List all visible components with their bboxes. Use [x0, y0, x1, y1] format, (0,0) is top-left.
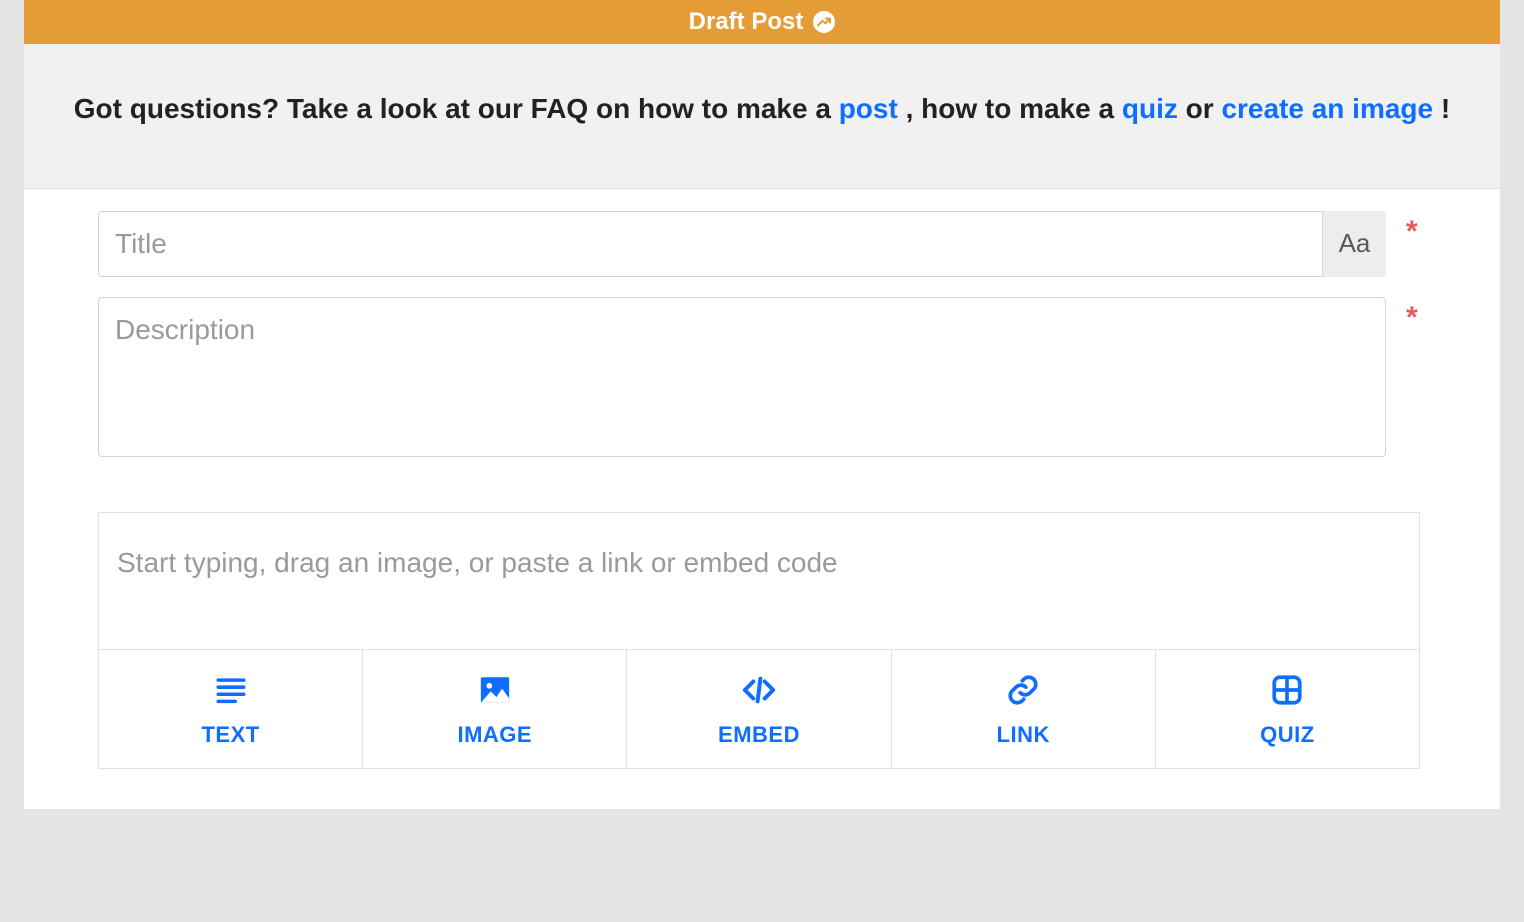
grid-icon	[1270, 672, 1304, 708]
faq-link-quiz[interactable]: quiz	[1122, 93, 1178, 124]
description-row: *	[98, 297, 1460, 462]
faq-text-suffix: !	[1441, 93, 1450, 124]
header-title: Draft Post	[689, 8, 804, 36]
insert-quiz-label: QUIZ	[1260, 722, 1315, 748]
insert-link-label: LINK	[997, 722, 1050, 748]
title-field-wrap: Aa	[98, 211, 1386, 277]
up-trend-icon	[813, 11, 835, 33]
code-icon	[742, 672, 776, 708]
insert-image-button[interactable]: IMAGE	[363, 650, 627, 768]
insert-text-button[interactable]: TEXT	[99, 650, 363, 768]
insert-embed-label: EMBED	[718, 722, 800, 748]
title-case-toggle-button[interactable]: Aa	[1322, 211, 1386, 277]
text-lines-icon	[214, 672, 248, 708]
description-input[interactable]	[98, 297, 1386, 457]
required-marker: *	[1406, 211, 1426, 247]
link-icon	[1006, 672, 1040, 708]
insert-quiz-button[interactable]: QUIZ	[1156, 650, 1419, 768]
image-icon	[478, 672, 512, 708]
page: Draft Post Got questions? Take a look at…	[0, 0, 1524, 833]
insert-link-button[interactable]: LINK	[892, 650, 1156, 768]
insert-image-label: IMAGE	[457, 722, 532, 748]
faq-banner: Got questions? Take a look at our FAQ on…	[24, 44, 1500, 189]
insert-text-label: TEXT	[201, 722, 259, 748]
title-row: Aa *	[98, 211, 1460, 277]
description-field-wrap	[98, 297, 1386, 462]
content-input[interactable]	[99, 513, 1419, 649]
insert-toolbar: TEXT IMAGE EMBED	[99, 649, 1419, 768]
insert-embed-button[interactable]: EMBED	[627, 650, 891, 768]
faq-link-post[interactable]: post	[839, 93, 898, 124]
editor-card: Aa * * TEXT	[24, 189, 1500, 809]
required-marker: *	[1406, 297, 1426, 333]
faq-link-create-image[interactable]: create an image	[1221, 93, 1433, 124]
faq-text-mid2: or	[1186, 93, 1222, 124]
draft-post-header: Draft Post	[24, 0, 1500, 44]
faq-text-mid1: , how to make a	[906, 93, 1122, 124]
content-block: TEXT IMAGE EMBED	[98, 512, 1420, 769]
faq-text-prefix: Got questions? Take a look at our FAQ on…	[74, 93, 839, 124]
title-input[interactable]	[98, 211, 1386, 277]
